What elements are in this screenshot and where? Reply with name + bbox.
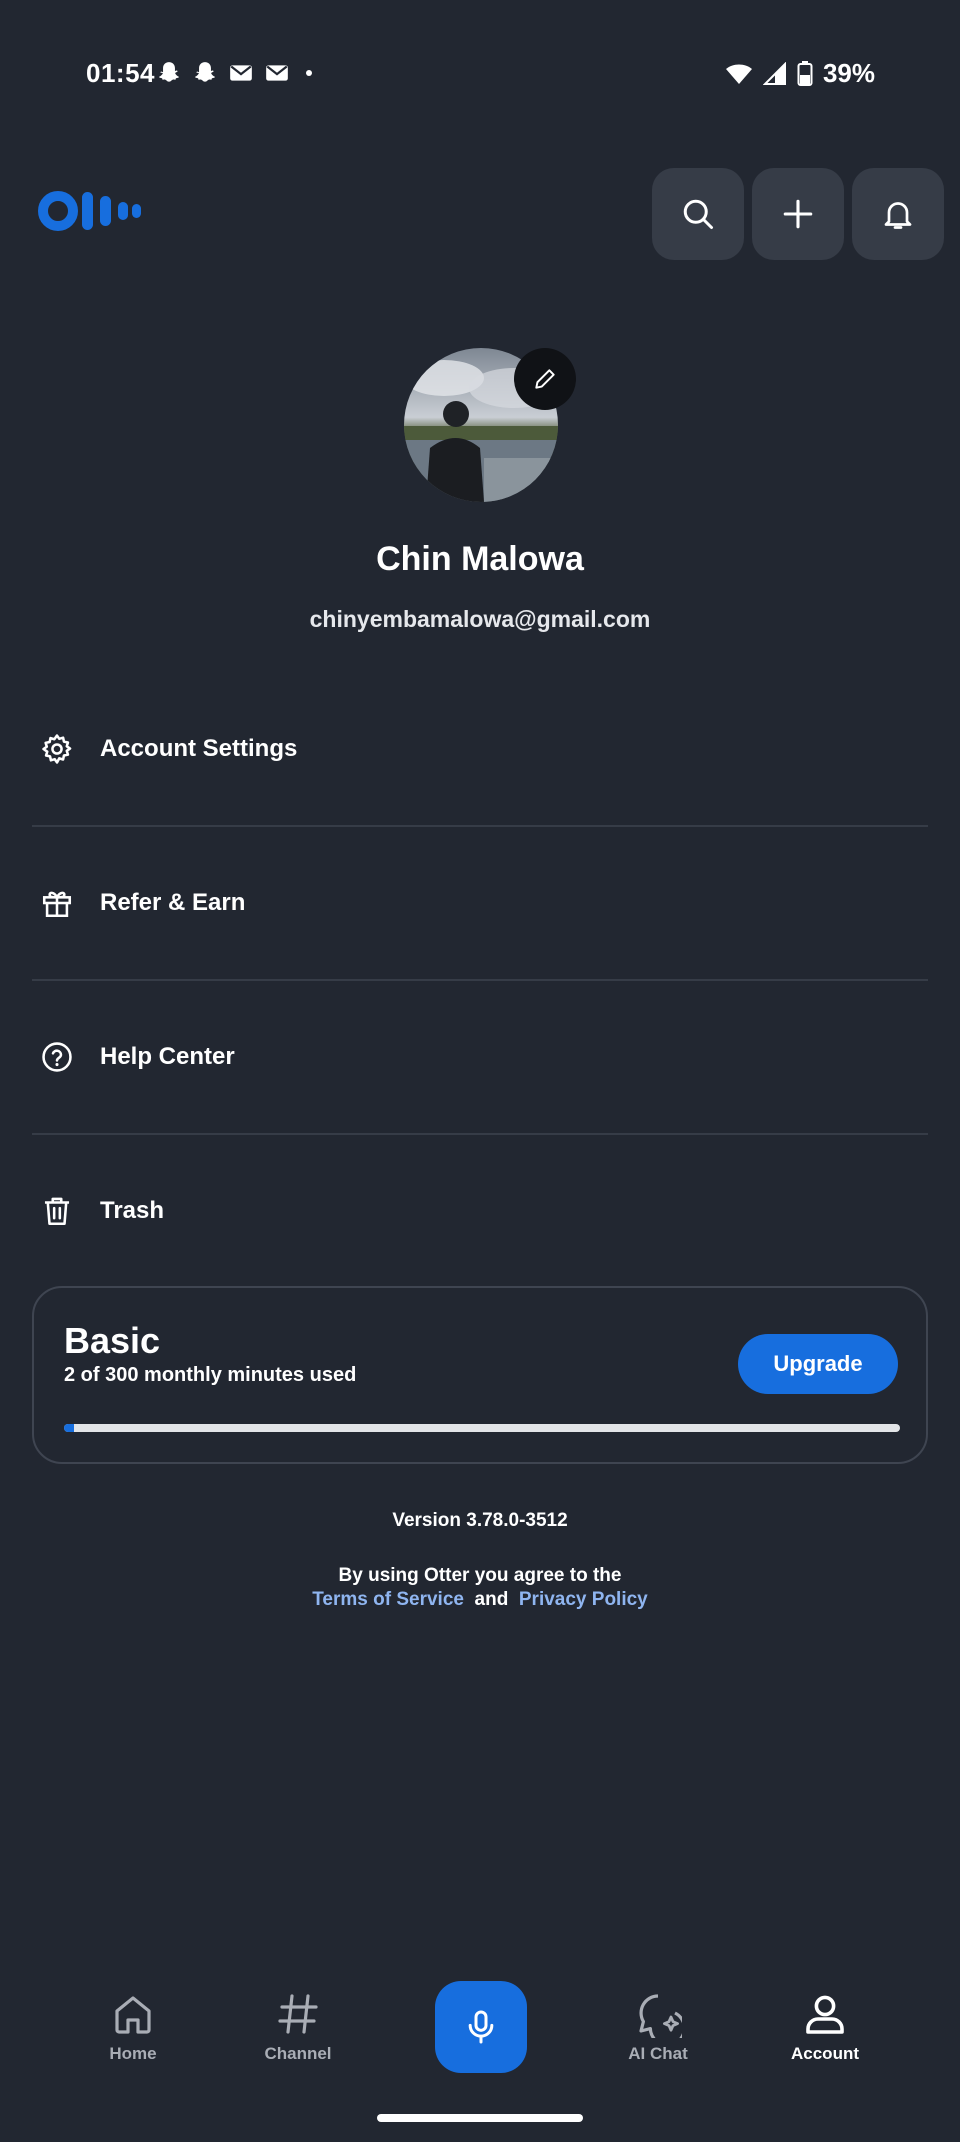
profile-email: chinyembamalowa@gmail.com (309, 606, 651, 632)
battery-percent: 39% (822, 58, 875, 88)
hash-icon (278, 1994, 318, 2034)
search-icon (683, 199, 713, 229)
plan-usage: 2 of 300 monthly minutes used (64, 1364, 357, 1386)
plus-icon (783, 199, 813, 229)
nav-label: Channel (264, 2044, 332, 2063)
help-circle-icon (36, 1036, 78, 1078)
battery-icon (797, 60, 813, 86)
app-version: Version 3.78.0-3512 (392, 1510, 568, 1531)
snapchat-icon (159, 62, 179, 82)
legal-notice: By using Otter you agree to the Terms of… (0, 1564, 960, 1612)
agree-text: By using Otter you agree to the (338, 1565, 622, 1586)
notification-icons (156, 60, 318, 86)
usage-progress-fill (64, 1424, 75, 1432)
menu-item-refer-earn[interactable]: Refer & Earn (32, 826, 928, 980)
gmail-icon (230, 65, 252, 81)
ai-chat-icon (639, 1994, 682, 2038)
signal-icon (762, 61, 786, 85)
snapchat-icon (195, 62, 215, 82)
microphone-icon (468, 2010, 494, 2044)
nav-channel[interactable]: Channel (238, 1990, 358, 2064)
avatar-container (404, 348, 576, 502)
privacy-policy-link[interactable]: Privacy Policy (519, 1589, 648, 1610)
menu-item-trash[interactable]: Trash (32, 1134, 928, 1288)
system-status: 39% (725, 58, 875, 89)
nav-home[interactable]: Home (73, 1990, 193, 2064)
and-text: and (474, 1589, 509, 1610)
menu-item-label: Account Settings (100, 735, 298, 762)
gear-icon (36, 728, 78, 770)
usage-progress-bar (64, 1424, 900, 1432)
profile-name: Chin Malowa (376, 540, 584, 578)
legal-links: Terms of Service and Privacy Policy (0, 1588, 960, 1612)
add-button[interactable] (752, 168, 844, 260)
search-button[interactable] (652, 168, 744, 260)
home-icon (115, 1996, 151, 2034)
menu-item-label: Trash (100, 1197, 165, 1224)
menu-item-account-settings[interactable]: Account Settings (32, 672, 928, 826)
plan-title: Basic (64, 1320, 161, 1361)
menu-item-help-center[interactable]: Help Center (32, 980, 928, 1134)
record-button[interactable] (435, 1981, 527, 2073)
dot-icon (306, 70, 312, 76)
upgrade-button[interactable]: Upgrade (738, 1334, 898, 1394)
nav-label: Account (791, 2044, 859, 2063)
status-time: 01:54 (86, 58, 155, 88)
nav-account[interactable]: Account (765, 1990, 885, 2064)
edit-avatar-button[interactable] (514, 348, 576, 410)
nav-ai-chat[interactable]: AI Chat (598, 1990, 718, 2064)
pencil-icon (535, 369, 555, 389)
home-indicator[interactable] (377, 2114, 583, 2122)
wifi-icon (725, 64, 752, 84)
trash-icon (36, 1190, 78, 1232)
notifications-button[interactable] (852, 168, 944, 260)
gift-icon (36, 882, 78, 924)
plan-card: Basic 2 of 300 monthly minutes used Upgr… (32, 1286, 928, 1464)
terms-of-service-link[interactable]: Terms of Service (312, 1589, 464, 1610)
account-icon (806, 1995, 844, 2034)
menu-item-label: Refer & Earn (100, 889, 246, 916)
nav-label: Home (109, 2044, 157, 2063)
otter-logo (38, 190, 142, 237)
menu-item-label: Help Center (100, 1043, 235, 1070)
nav-label: AI Chat (628, 2044, 688, 2063)
bell-icon (884, 202, 912, 229)
gmail-icon (266, 65, 288, 81)
